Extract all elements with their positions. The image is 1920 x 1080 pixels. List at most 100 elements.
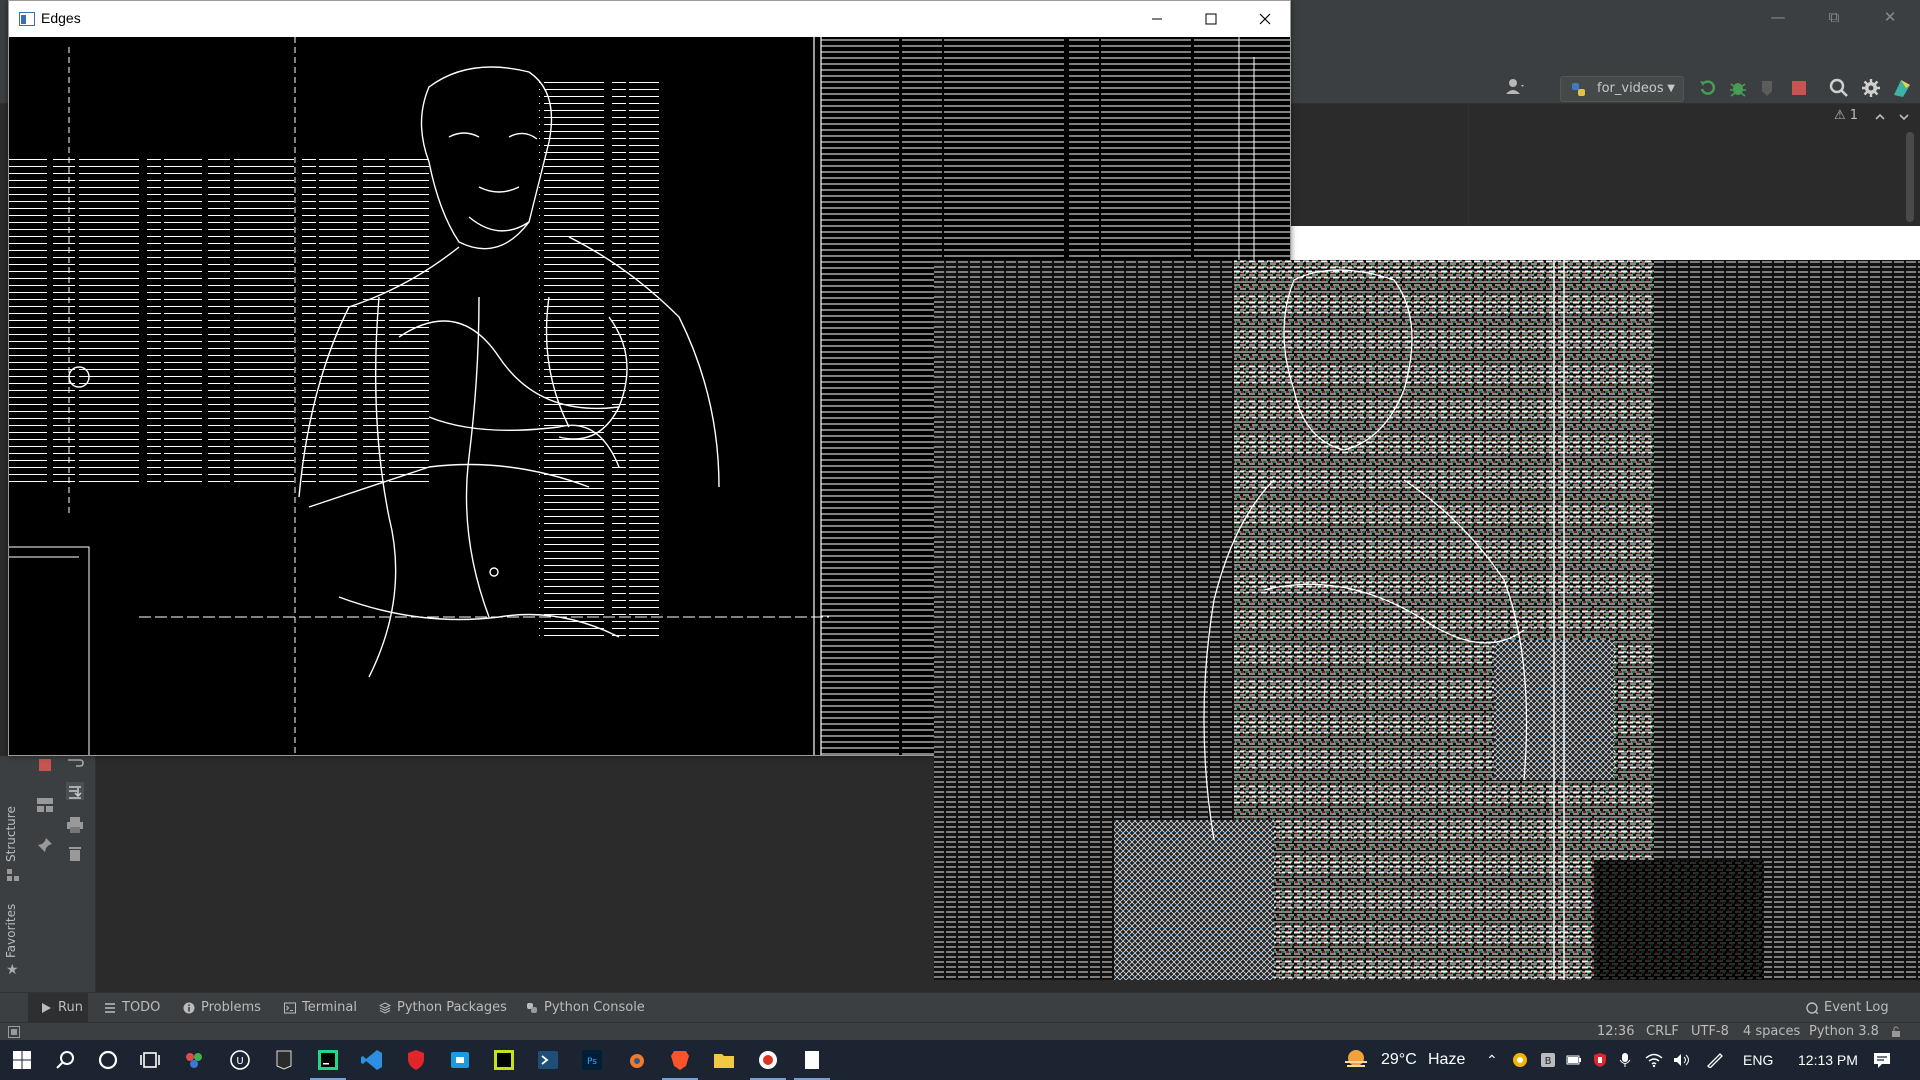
windows-start-icon[interactable] [10,1048,34,1072]
info-icon [183,1002,195,1014]
chevron-down-icon[interactable] [1897,110,1911,124]
tab-python-console[interactable]: Python Console [524,993,645,1023]
coverage-icon[interactable] [1757,77,1779,99]
favorites-tab[interactable]: Favorites [4,904,18,958]
tab-terminal[interactable]: Terminal [282,993,357,1023]
security-shield-icon[interactable] [1592,1052,1608,1068]
weather-condition[interactable]: Haze [1428,1040,1465,1080]
notification-center-icon[interactable] [1872,1050,1892,1070]
tab-terminal-label: Terminal [302,1000,357,1015]
search-icon[interactable] [1828,77,1850,99]
run-output-panel [96,756,934,992]
star-icon: ★ [6,962,19,978]
unreal-engine-icon[interactable]: U [228,1048,252,1072]
print-icon[interactable] [66,816,84,834]
photos-app-icon[interactable] [182,1048,206,1072]
recorder-icon[interactable] [756,1048,780,1072]
warning-icon: ⚠ [1834,108,1846,123]
status-bar: 12:36 CRLF UTF-8 4 spaces Python 3.8 [0,1022,1920,1040]
stop-icon[interactable] [1788,77,1810,99]
minimize-icon[interactable] [1130,1,1184,37]
weather-haze-icon[interactable] [1342,1048,1370,1072]
tray-expand-icon[interactable]: ⌃ [1486,1040,1498,1080]
battery-icon[interactable] [1566,1052,1582,1068]
maximize-icon[interactable] [1184,1,1238,37]
scroll-to-end-icon[interactable] [66,782,84,800]
file-explorer-icon[interactable] [712,1048,736,1072]
pin-icon[interactable] [36,836,54,854]
layers-icon [379,1002,391,1014]
layout-toggle-icon[interactable] [8,1026,20,1038]
edges-window-title: Edges [41,10,81,26]
play-icon [42,1003,51,1013]
tab-todo[interactable]: TODO [102,993,160,1023]
powershell-icon[interactable] [536,1048,560,1072]
status-interpreter[interactable]: Python 3.8 [1809,1023,1879,1041]
terminal-icon [284,1002,296,1014]
run-config-select[interactable]: for_videos ▼ [1560,76,1684,102]
bottom-tool-tabs: Run TODO Problems Terminal Python Packag… [0,992,1920,1023]
status-position[interactable]: 12:36 [1597,1023,1634,1041]
status-indent[interactable]: 4 spaces [1743,1023,1800,1041]
soft-wrap-icon[interactable] [66,756,84,774]
stop-icon[interactable] [36,756,54,774]
task-view-icon[interactable] [138,1048,162,1072]
epic-games-icon[interactable] [272,1048,296,1072]
cortana-icon[interactable] [96,1048,120,1072]
rerun-icon[interactable] [1697,77,1719,99]
layout-icon[interactable] [36,796,54,814]
gear-icon[interactable] [1860,77,1882,99]
pycharm-icon[interactable] [492,1048,516,1072]
debug-icon[interactable] [1727,77,1749,99]
editor-area [1291,104,1920,226]
structure-tab[interactable]: Structure [4,806,18,862]
app-window-icon [19,12,35,26]
bold-tray-icon[interactable]: B [1540,1052,1556,1068]
close-icon[interactable] [1238,1,1292,37]
ide-restore-button[interactable]: ⧉ [1818,6,1850,28]
vscode-icon[interactable] [360,1048,384,1072]
image-window-titlebar[interactable] [1291,226,1920,260]
chevron-down-icon: ▼ [1667,83,1675,94]
run-config-label: for_videos [1597,81,1664,96]
ide-minimize-button[interactable]: — [1762,6,1794,28]
clock-time[interactable]: 12:13 PM [1798,1040,1858,1080]
lock-icon[interactable] [1890,1026,1902,1038]
status-encoding[interactable]: UTF-8 [1691,1023,1729,1041]
tab-problems[interactable]: Problems [181,993,261,1023]
event-log-label: Event Log [1824,1000,1889,1015]
user-icon[interactable] [1504,76,1526,98]
event-log-button[interactable]: Event Log [1804,993,1889,1023]
photoshop-icon[interactable]: Ps [580,1048,604,1072]
edges-titlebar[interactable]: Edges [9,1,1290,37]
editor-scrollbar[interactable] [1906,132,1914,222]
plugin-icon[interactable] [1891,77,1913,99]
opencv-window-icon[interactable] [800,1048,824,1072]
blender-icon[interactable] [624,1048,648,1072]
wifi-icon[interactable] [1645,1052,1663,1068]
left-tool-strip: Structure Favorites ★ [0,756,30,992]
volume-icon[interactable] [1672,1052,1690,1068]
tab-python-packages[interactable]: Python Packages [377,993,507,1023]
python-icon [1572,83,1585,96]
status-line-separator[interactable]: CRLF [1646,1023,1679,1041]
brave-icon[interactable] [668,1048,692,1072]
ide-close-button[interactable]: ✕ [1874,6,1906,28]
antivirus-icon[interactable] [404,1048,428,1072]
trash-icon[interactable] [66,844,84,862]
editor-divider [1468,104,1469,226]
warning-count: 1 [1849,108,1859,123]
store-icon[interactable] [448,1048,472,1072]
input-language[interactable]: ENG [1743,1040,1773,1080]
warning-indicator[interactable]: ⚠ 1 [1834,108,1858,123]
tray-app-icon[interactable] [1512,1052,1528,1068]
tab-run-label: Run [58,1000,83,1015]
microphone-icon[interactable] [1617,1052,1633,1068]
pycharm-taskbar-icon[interactable] [316,1048,340,1072]
tab-python-packages-label: Python Packages [397,1000,507,1015]
weather-temperature[interactable]: 29°C [1381,1040,1417,1080]
chevron-up-icon[interactable] [1873,110,1887,124]
pen-icon[interactable] [1706,1052,1724,1068]
tab-run[interactable]: Run [28,993,88,1023]
search-icon[interactable] [54,1048,78,1072]
